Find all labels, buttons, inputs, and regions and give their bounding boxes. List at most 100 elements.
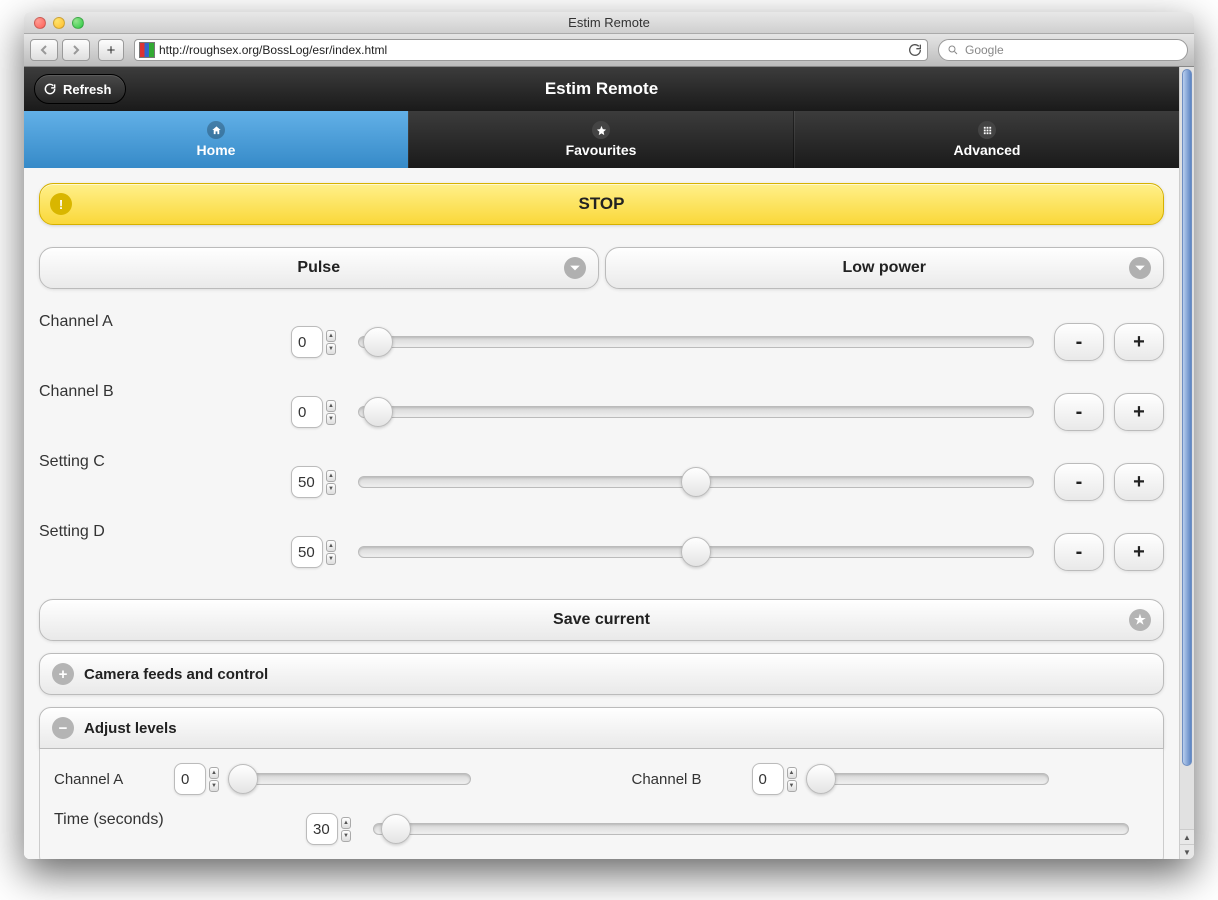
power-value: Low power [842, 259, 926, 277]
forward-button[interactable] [62, 39, 90, 61]
slider-thumb[interactable] [363, 327, 393, 357]
minimize-window-button[interactable] [53, 17, 65, 29]
adjust-stepper-a[interactable]: 0 ▲▼ [174, 763, 219, 795]
adjust-label-a: Channel A [54, 771, 174, 788]
stepper-buttons[interactable]: ▲▼ [326, 536, 336, 568]
pm-buttons: - + [1054, 393, 1164, 431]
slider-thumb[interactable] [381, 814, 411, 844]
stepper-buttons[interactable]: ▲▼ [326, 466, 336, 498]
zoom-window-button[interactable] [72, 17, 84, 29]
tab-advanced[interactable]: Advanced [794, 111, 1179, 168]
slider-channel-a[interactable] [358, 333, 1034, 351]
add-bookmark-button[interactable]: + [98, 39, 124, 61]
plus-button[interactable]: + [1114, 323, 1164, 361]
close-window-button[interactable] [34, 17, 46, 29]
stepper-value: 50 [291, 466, 323, 498]
minus-button[interactable]: - [1054, 463, 1104, 501]
slider-track [231, 773, 471, 785]
label-setting-d: Setting D [39, 521, 291, 541]
adjust-row-channels: Channel A 0 ▲▼ Channel B [54, 763, 1149, 795]
stepper-buttons[interactable]: ▲▼ [326, 396, 336, 428]
vertical-scrollbar[interactable]: ▲ ▼ [1179, 67, 1194, 859]
chevron-right-icon [71, 45, 81, 55]
stepper-buttons[interactable]: ▲▼ [787, 763, 797, 795]
stepper-buttons[interactable]: ▲▼ [209, 763, 219, 795]
adjust-stepper-time[interactable]: 30 ▲▼ [306, 813, 351, 845]
adjust-slider-a[interactable] [231, 770, 471, 788]
scroll-thumb[interactable] [1182, 69, 1192, 766]
nav-bar: Home Favourites Advanced [24, 111, 1179, 168]
page-content: Refresh Estim Remote Home Favourites [24, 67, 1179, 859]
slider-thumb[interactable] [806, 764, 836, 794]
minus-icon: − [52, 717, 74, 739]
tab-home[interactable]: Home [24, 111, 408, 168]
app-header: Refresh Estim Remote [24, 67, 1179, 111]
save-current-button[interactable]: Save current ★ [39, 599, 1164, 641]
pm-buttons: - + [1054, 463, 1164, 501]
scroll-down-button[interactable]: ▼ [1180, 844, 1194, 859]
tab-favourites[interactable]: Favourites [408, 111, 794, 168]
minus-button[interactable]: - [1054, 393, 1104, 431]
stop-button[interactable]: ! STOP [39, 183, 1164, 225]
slider-thumb[interactable] [363, 397, 393, 427]
pm-buttons: - + [1054, 533, 1164, 571]
slider-thumb[interactable] [228, 764, 258, 794]
row-channel-a: Channel A 0 ▲▼ - + [39, 311, 1164, 373]
traffic-lights [24, 17, 84, 29]
window-title: Estim Remote [24, 15, 1194, 30]
alert-icon: ! [50, 193, 72, 215]
plus-button[interactable]: + [1114, 533, 1164, 571]
stepper-value: 0 [291, 396, 323, 428]
plus-button[interactable]: + [1114, 463, 1164, 501]
slider-track [809, 773, 1049, 785]
plus-button[interactable]: + [1114, 393, 1164, 431]
adjust-slider-b[interactable] [809, 770, 1049, 788]
stepper-value: 0 [174, 763, 206, 795]
stepper-value: 30 [306, 813, 338, 845]
slider-setting-c[interactable] [358, 473, 1034, 491]
slider-channel-b[interactable] [358, 403, 1034, 421]
row-channel-b: Channel B 0 ▲▼ - + [39, 381, 1164, 443]
stepper-channel-b[interactable]: 0 ▲▼ [291, 396, 336, 428]
save-label: Save current [553, 611, 650, 629]
adjust-channel-b: Channel B 0 ▲▼ [632, 763, 1150, 795]
adjust-label-b: Channel B [632, 771, 752, 788]
stepper-channel-a[interactable]: 0 ▲▼ [291, 326, 336, 358]
stepper-setting-d[interactable]: 50 ▲▼ [291, 536, 336, 568]
url-text: http://roughsex.org/BossLog/esr/index.ht… [159, 43, 903, 57]
adjust-slider-time[interactable] [373, 820, 1129, 838]
refresh-button[interactable]: Refresh [34, 74, 126, 104]
search-placeholder: Google [965, 43, 1004, 57]
adjust-stepper-b[interactable]: 0 ▲▼ [752, 763, 797, 795]
home-icon [207, 121, 225, 139]
power-select[interactable]: Low power [605, 247, 1165, 289]
adjust-channel-a: Channel A 0 ▲▼ [54, 763, 572, 795]
slider-track [373, 823, 1129, 835]
stepper-setting-c[interactable]: 50 ▲▼ [291, 466, 336, 498]
minus-button[interactable]: - [1054, 533, 1104, 571]
scroll-arrows: ▲ ▼ [1180, 829, 1194, 859]
section-camera-toggle[interactable]: + Camera feeds and control [39, 653, 1164, 695]
slider-setting-d[interactable] [358, 543, 1034, 561]
window-titlebar[interactable]: Estim Remote [24, 12, 1194, 34]
section-camera-label: Camera feeds and control [84, 666, 268, 683]
back-button[interactable] [30, 39, 58, 61]
stepper-value: 50 [291, 536, 323, 568]
address-bar[interactable]: http://roughsex.org/BossLog/esr/index.ht… [134, 39, 928, 61]
stepper-buttons[interactable]: ▲▼ [341, 813, 351, 845]
row-setting-d: Setting D 50 ▲▼ - + [39, 521, 1164, 583]
slider-thumb[interactable] [681, 467, 711, 497]
slider-track [358, 336, 1034, 348]
scroll-up-button[interactable]: ▲ [1180, 829, 1194, 844]
slider-thumb[interactable] [681, 537, 711, 567]
search-field[interactable]: Google [938, 39, 1188, 61]
minus-button[interactable]: - [1054, 323, 1104, 361]
reload-icon[interactable] [907, 42, 923, 58]
section-adjust-label: Adjust levels [84, 720, 177, 737]
tab-label: Advanced [954, 142, 1021, 158]
site-favicon [139, 42, 155, 58]
mode-select[interactable]: Pulse [39, 247, 599, 289]
adjust-panel: Channel A 0 ▲▼ Channel B [39, 749, 1164, 859]
stepper-buttons[interactable]: ▲▼ [326, 326, 336, 358]
section-adjust-toggle[interactable]: − Adjust levels [39, 707, 1164, 749]
